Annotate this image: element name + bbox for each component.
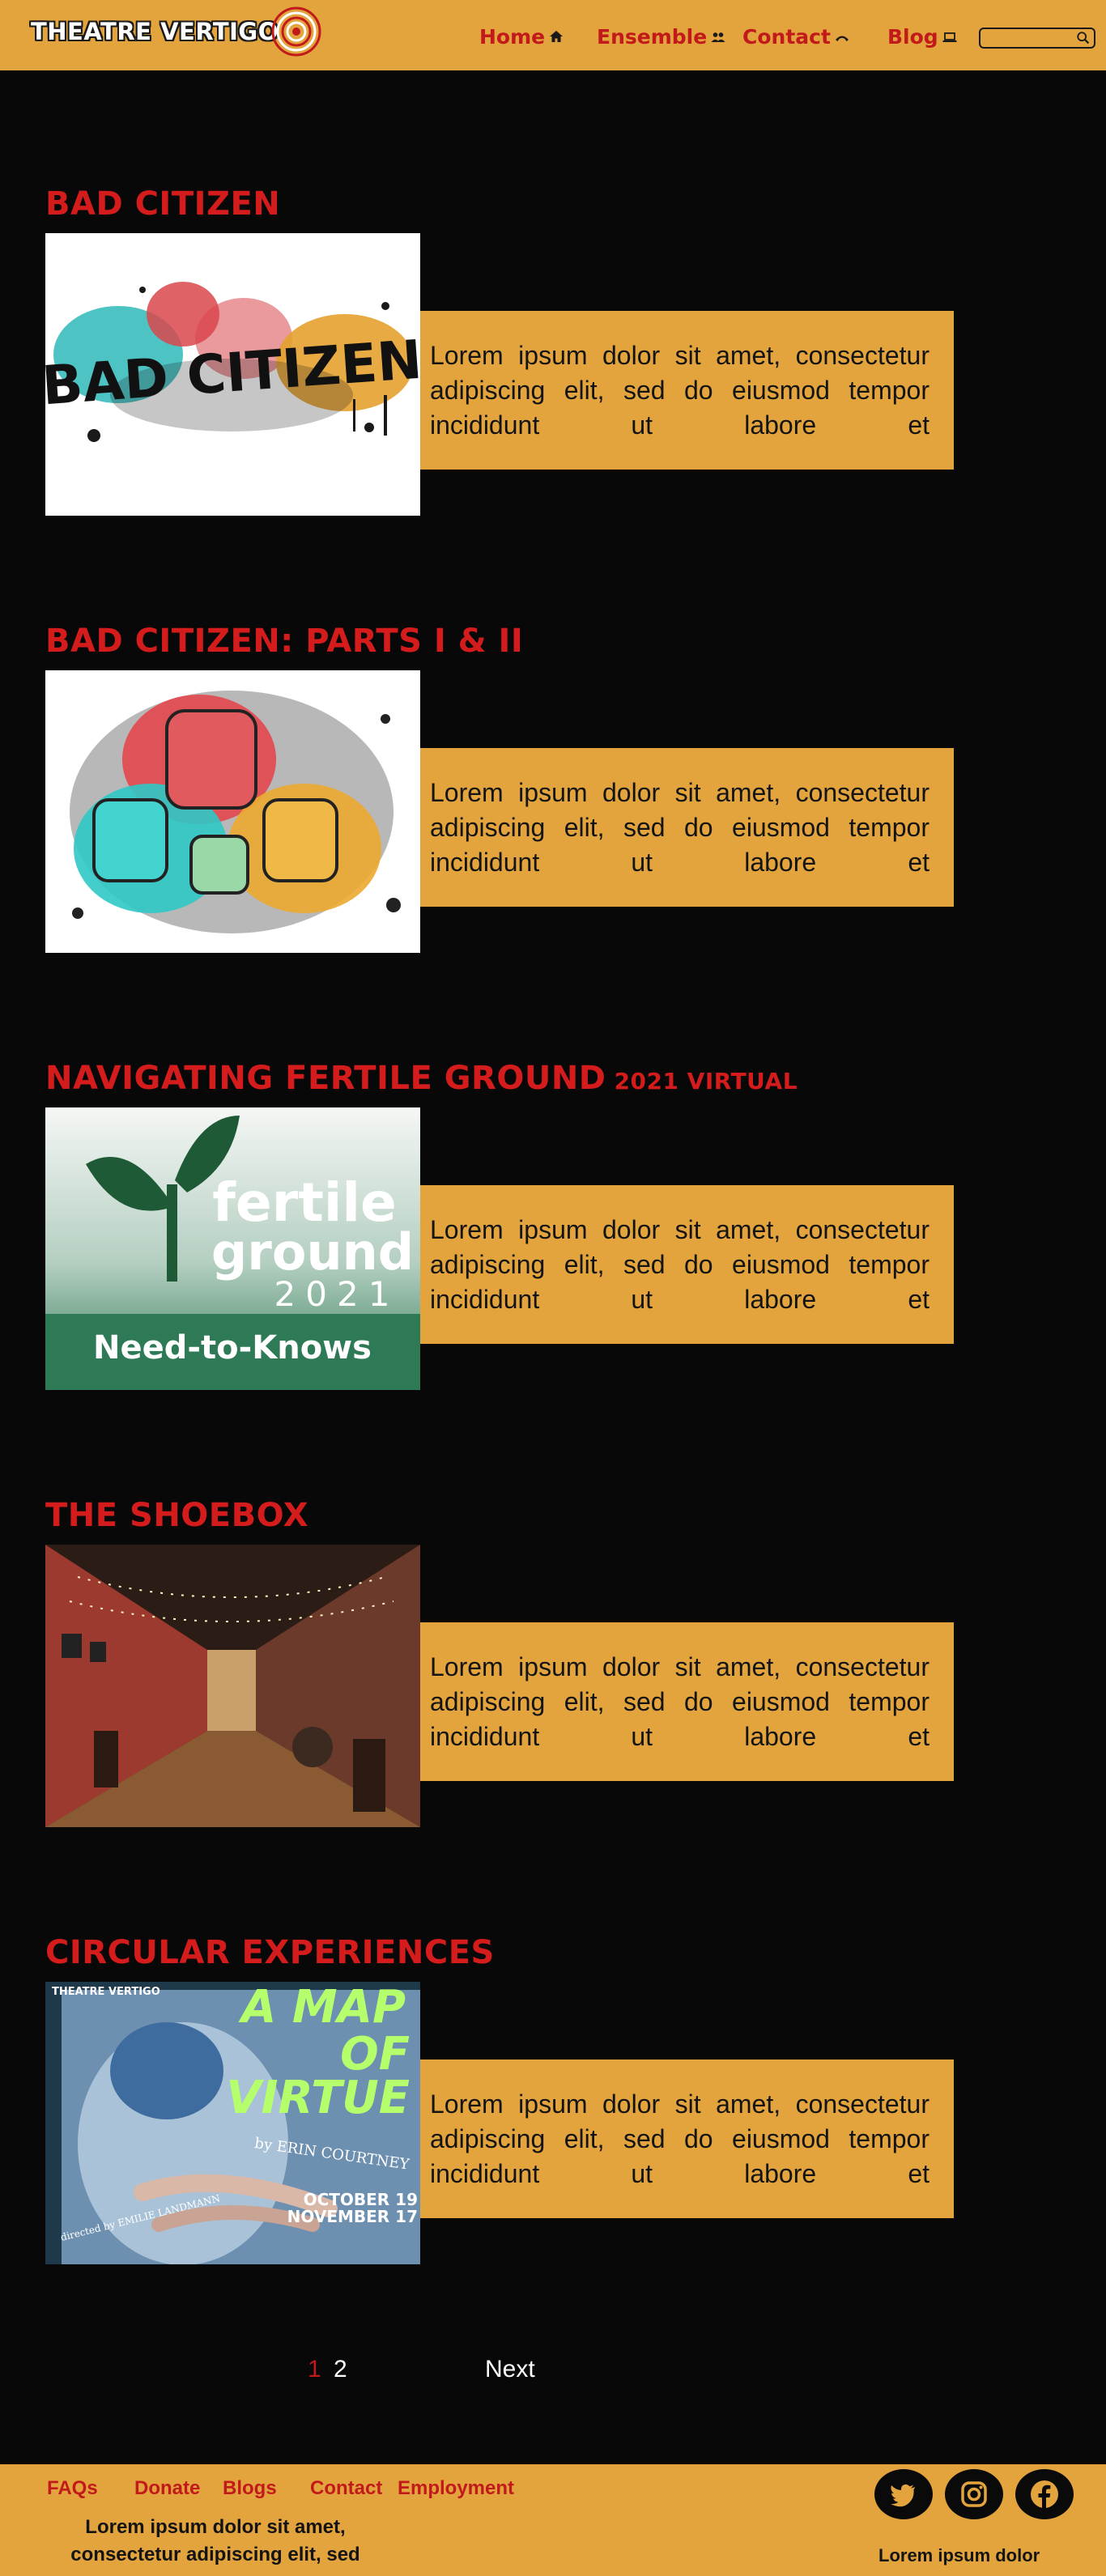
nav-blog-label: Blog bbox=[887, 24, 938, 49]
post-excerpt: Lorem ipsum dolor sit amet, consectetur … bbox=[430, 1652, 929, 1751]
footer-link-faqs[interactable]: FAQs bbox=[47, 2477, 98, 2500]
image-text: A MAP bbox=[238, 1982, 406, 2034]
post-image[interactable] bbox=[45, 670, 420, 953]
footer-link-contact[interactable]: Contact bbox=[310, 2477, 382, 2500]
post-title[interactable]: BAD CITIZEN: PARTS I & II bbox=[45, 620, 523, 662]
shoebox-theatre-photo bbox=[45, 1545, 420, 1827]
nav-blog[interactable]: Blog bbox=[887, 23, 958, 50]
post-excerpt-box: Lorem ipsum dolor sit amet, consectetur … bbox=[420, 1622, 954, 1781]
image-text: VIRTUE bbox=[226, 2072, 410, 2124]
post-title-text: NAVIGATING FERTILE GROUND bbox=[45, 1060, 606, 1097]
post-title[interactable]: CIRCULAR EXPERIENCES bbox=[45, 1932, 495, 1974]
post-title[interactable]: THE SHOEBOX bbox=[45, 1494, 308, 1537]
post-title-suffix: 2021 VIRTUAL bbox=[614, 1068, 798, 1095]
nav-ensemble[interactable]: Ensemble bbox=[597, 23, 726, 50]
raised-fists-image bbox=[45, 670, 420, 953]
instagram-button[interactable] bbox=[945, 2469, 1003, 2519]
post-excerpt: Lorem ipsum dolor sit amet, consectetur … bbox=[430, 2089, 929, 2188]
phone-icon bbox=[835, 36, 849, 41]
site-footer: FAQs Donate Blogs Contact Employment Lor… bbox=[0, 2464, 1106, 2576]
image-text: 2021 bbox=[274, 1274, 400, 1314]
logo-text: THEATRE VERTIGO bbox=[31, 18, 279, 45]
post-excerpt-box: Lorem ipsum dolor sit amet, consectetur … bbox=[420, 748, 954, 907]
image-text: Need-to-Knows bbox=[93, 1329, 372, 1367]
post-the-shoebox: THE SHOEBOX Lorem ipsum dolor sit amet, … bbox=[0, 1494, 1106, 1883]
post-image[interactable]: BAD CITIZEN bbox=[45, 233, 420, 516]
footer-link-blogs[interactable]: Blogs bbox=[223, 2477, 277, 2500]
nav-contact-label: Contact bbox=[742, 24, 831, 49]
footer-right-text: Lorem ipsum dolor bbox=[878, 2545, 1040, 2565]
home-icon bbox=[550, 31, 564, 42]
post-image[interactable] bbox=[45, 1545, 420, 1827]
image-text: ground bbox=[211, 1222, 414, 1282]
post-title-text: THE SHOEBOX bbox=[45, 1497, 309, 1534]
post-excerpt: Lorem ipsum dolor sit amet, consectetur … bbox=[430, 778, 929, 877]
footer-text: Lorem ipsum dolor sit amet, consectetur … bbox=[70, 2516, 360, 2565]
nav-contact[interactable]: Contact bbox=[742, 23, 850, 50]
post-excerpt: Lorem ipsum dolor sit amet, consectetur … bbox=[430, 1215, 929, 1314]
post-bad-citizen: BAD CITIZEN BAD CITIZEN Lorem ipsum dolo… bbox=[0, 183, 1106, 572]
facebook-icon bbox=[1031, 2480, 1058, 2508]
post-excerpt-box: Lorem ipsum dolor sit amet, consectetur … bbox=[420, 2060, 954, 2218]
twitter-button[interactable] bbox=[874, 2469, 933, 2519]
post-title-text: BAD CITIZEN: PARTS I & II bbox=[45, 623, 524, 660]
post-bad-citizen-parts: BAD CITIZEN: PARTS I & II Lorem ipsum do… bbox=[0, 620, 1106, 1009]
post-fertile-ground: NAVIGATING FERTILE GROUND 2021 VIRTUAL fe… bbox=[0, 1057, 1106, 1446]
post-title[interactable]: NAVIGATING FERTILE GROUND 2021 VIRTUAL bbox=[45, 1057, 798, 1103]
post-title-text: CIRCULAR EXPERIENCES bbox=[45, 1934, 495, 1971]
post-title[interactable]: BAD CITIZEN bbox=[45, 183, 280, 225]
people-icon bbox=[711, 32, 725, 42]
post-image[interactable]: THEATRE VERTIGO A MAP OF VIRTUE by ERIN … bbox=[45, 1982, 420, 2264]
search-icon[interactable] bbox=[1076, 31, 1091, 45]
bad-citizen-splash-image: BAD CITIZEN bbox=[45, 233, 420, 516]
instagram-icon bbox=[961, 2481, 987, 2507]
facebook-button[interactable] bbox=[1015, 2469, 1074, 2519]
site-header: THEATRE VERTIGO Home Ensemble Contact Bl… bbox=[0, 0, 1106, 70]
footer-link-employment[interactable]: Employment bbox=[398, 2477, 514, 2500]
nav-home[interactable]: Home bbox=[479, 23, 564, 50]
nav-home-label: Home bbox=[479, 24, 546, 49]
pagination-page-1[interactable]: 1 bbox=[308, 2353, 321, 2386]
pagination-page-2[interactable]: 2 bbox=[334, 2353, 347, 2386]
twitter-icon bbox=[891, 2484, 915, 2507]
post-circular-experiences: CIRCULAR EXPERIENCES THEATRE VERTIGO A M… bbox=[0, 1932, 1106, 2320]
image-text: NOVEMBER 17 bbox=[287, 2207, 418, 2226]
post-excerpt: Lorem ipsum dolor sit amet, consectetur … bbox=[430, 341, 929, 440]
pagination-next[interactable]: Next bbox=[485, 2353, 535, 2386]
laptop-icon bbox=[942, 32, 957, 42]
image-text: THEATRE VERTIGO bbox=[52, 1986, 160, 1998]
fertile-ground-image: fertile ground 2021 Need-to-Knows bbox=[45, 1107, 420, 1390]
spiral-logo-icon bbox=[271, 6, 321, 57]
map-of-virtue-poster: THEATRE VERTIGO A MAP OF VIRTUE by ERIN … bbox=[45, 1982, 420, 2264]
post-image[interactable]: fertile ground 2021 Need-to-Knows bbox=[45, 1107, 420, 1390]
post-title-text: BAD CITIZEN bbox=[45, 185, 281, 223]
search-input[interactable] bbox=[987, 31, 1078, 45]
footer-link-donate[interactable]: Donate bbox=[134, 2477, 200, 2500]
post-excerpt-box: Lorem ipsum dolor sit amet, consectetur … bbox=[420, 311, 954, 470]
search-box[interactable] bbox=[979, 28, 1095, 49]
site-logo[interactable]: THEATRE VERTIGO bbox=[31, 5, 322, 58]
nav-ensemble-label: Ensemble bbox=[597, 24, 708, 49]
post-excerpt-box: Lorem ipsum dolor sit amet, consectetur … bbox=[420, 1185, 954, 1344]
